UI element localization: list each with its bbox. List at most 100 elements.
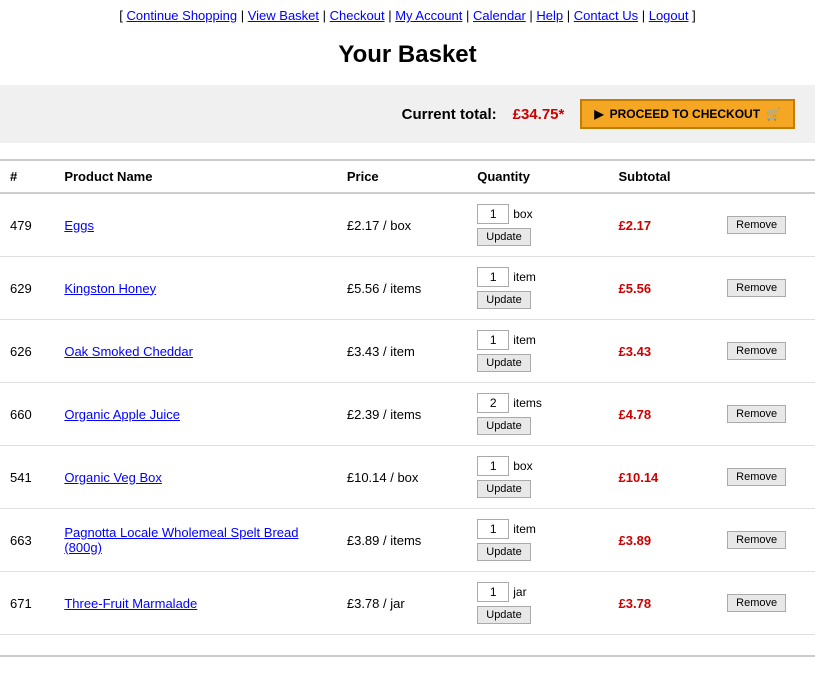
table-row: 660Organic Apple Juice£2.39 / itemsitems… [0,383,815,446]
nav-link-my-account[interactable]: My Account [395,8,462,23]
price-cell: £2.39 / items [337,383,467,446]
subtotal-cell: £4.78 [609,383,718,446]
quantity-input[interactable] [477,393,509,413]
table-row: 663 Pagnotta Locale Wholemeal Spelt Bread… [0,509,815,572]
remove-button[interactable]: Remove [727,279,786,297]
row-id: 541 [0,446,54,509]
row-id: 479 [0,193,54,257]
page-title: Your Basket [0,29,815,85]
quantity-unit: item [513,270,536,284]
price-cell: £3.78 / jar [337,572,467,635]
price-cell: £3.43 / item [337,320,467,383]
cart-icon: 🛒 [766,107,781,121]
product-link[interactable]: Organic Apple Juice [64,407,180,422]
table-row: 479Eggs£2.17 / boxboxUpdate£2.17Remove [0,193,815,257]
quantity-cell: box Update [467,193,608,257]
action-cell: Remove [717,320,815,383]
subtotal-cell: £10.14 [609,446,718,509]
quantity-input[interactable] [477,456,509,476]
table-row: 629Kingston Honey£5.56 / itemsitemUpdate… [0,257,815,320]
col-header-subtotal: Subtotal [609,160,718,193]
action-cell: Remove [717,383,815,446]
quantity-cell: item Update [467,320,608,383]
quantity-cell: items Update [467,383,608,446]
col-header-qty: Quantity [467,160,608,193]
nav-link-continue-shopping[interactable]: Continue Shopping [127,8,238,23]
nav-link-help[interactable]: Help [536,8,563,23]
proceed-to-checkout-button[interactable]: ▶ PROCEED TO CHECKOUT 🛒 [580,99,795,129]
action-cell: Remove [717,257,815,320]
product-name-cell: Organic Apple Juice [54,383,337,446]
product-link[interactable]: Three-Fruit Marmalade [64,596,197,611]
remove-button[interactable]: Remove [727,594,786,612]
update-button[interactable]: Update [477,417,530,435]
nav-link-view-basket[interactable]: View Basket [248,8,319,23]
remove-button[interactable]: Remove [727,468,786,486]
quantity-unit: item [513,522,536,536]
price-cell: £10.14 / box [337,446,467,509]
product-name-cell: Organic Veg Box [54,446,337,509]
product-link[interactable]: Kingston Honey [64,281,156,296]
subtotal-cell: £2.17 [609,193,718,257]
action-cell: Remove [717,509,815,572]
product-link[interactable]: Organic Veg Box [64,470,162,485]
row-id: 671 [0,572,54,635]
play-icon: ▶ [594,107,603,121]
table-row: 626 Oak Smoked Cheddar £3.43 / item item Upd… [0,320,815,383]
quantity-input[interactable] [477,267,509,287]
row-id: 626 [0,320,54,383]
col-header-num: # [0,160,54,193]
quantity-unit: box [513,207,532,221]
quantity-input[interactable] [477,204,509,224]
proceed-label: PROCEED TO CHECKOUT [610,107,760,121]
product-name-cell: Three-Fruit Marmalade [54,572,337,635]
nav-link-logout[interactable]: Logout [649,8,689,23]
table-row: 541 Organic Veg Box £10.14 / box box Update £… [0,446,815,509]
product-name-cell: Kingston Honey [54,257,337,320]
quantity-cell: box Update [467,446,608,509]
subtotal-cell: £3.43 [609,320,718,383]
quantity-input[interactable] [477,519,509,539]
nav-link-contact-us[interactable]: Contact Us [574,8,638,23]
subtotal-cell: £5.56 [609,257,718,320]
product-name-cell: Eggs [54,193,337,257]
col-header-price: Price [337,160,467,193]
update-button[interactable]: Update [477,606,530,624]
quantity-unit: items [513,396,542,410]
quantity-unit: box [513,459,532,473]
bottom-divider [0,655,815,657]
quantity-cell: item Update [467,509,608,572]
update-button[interactable]: Update [477,228,530,246]
price-cell: £5.56 / items [337,257,467,320]
table-row: 671 Three-Fruit Marmalade £3.78 / jarjarUp… [0,572,815,635]
total-amount: £34.75* [513,106,565,123]
quantity-unit: item [513,333,536,347]
nav-link-calendar[interactable]: Calendar [473,8,526,23]
action-cell: Remove [717,446,815,509]
top-nav: [ Continue Shopping | View Basket | Chec… [0,0,815,29]
remove-button[interactable]: Remove [727,405,786,423]
quantity-input[interactable] [477,330,509,350]
product-link[interactable]: Pagnotta Locale Wholemeal Spelt Bread (8… [64,525,298,555]
row-id: 660 [0,383,54,446]
product-link[interactable]: Eggs [64,218,94,233]
quantity-input[interactable] [477,582,509,602]
total-bar: Current total: £34.75* ▶ PROCEED TO CHEC… [0,85,815,143]
total-label: Current total: [402,106,497,123]
row-id: 663 [0,509,54,572]
product-link[interactable]: Oak Smoked Cheddar [64,344,193,359]
update-button[interactable]: Update [477,354,530,372]
basket-table: # Product Name Price Quantity Subtotal 4… [0,159,815,635]
remove-button[interactable]: Remove [727,342,786,360]
product-name-cell: Pagnotta Locale Wholemeal Spelt Bread (8… [54,509,337,572]
remove-button[interactable]: Remove [727,531,786,549]
update-button[interactable]: Update [477,291,530,309]
nav-link-checkout[interactable]: Checkout [330,8,385,23]
quantity-cell: jarUpdate [467,572,608,635]
quantity-cell: item Update [467,257,608,320]
action-cell: Remove [717,193,815,257]
product-name-cell: Oak Smoked Cheddar [54,320,337,383]
update-button[interactable]: Update [477,480,530,498]
update-button[interactable]: Update [477,543,530,561]
remove-button[interactable]: Remove [727,216,786,234]
